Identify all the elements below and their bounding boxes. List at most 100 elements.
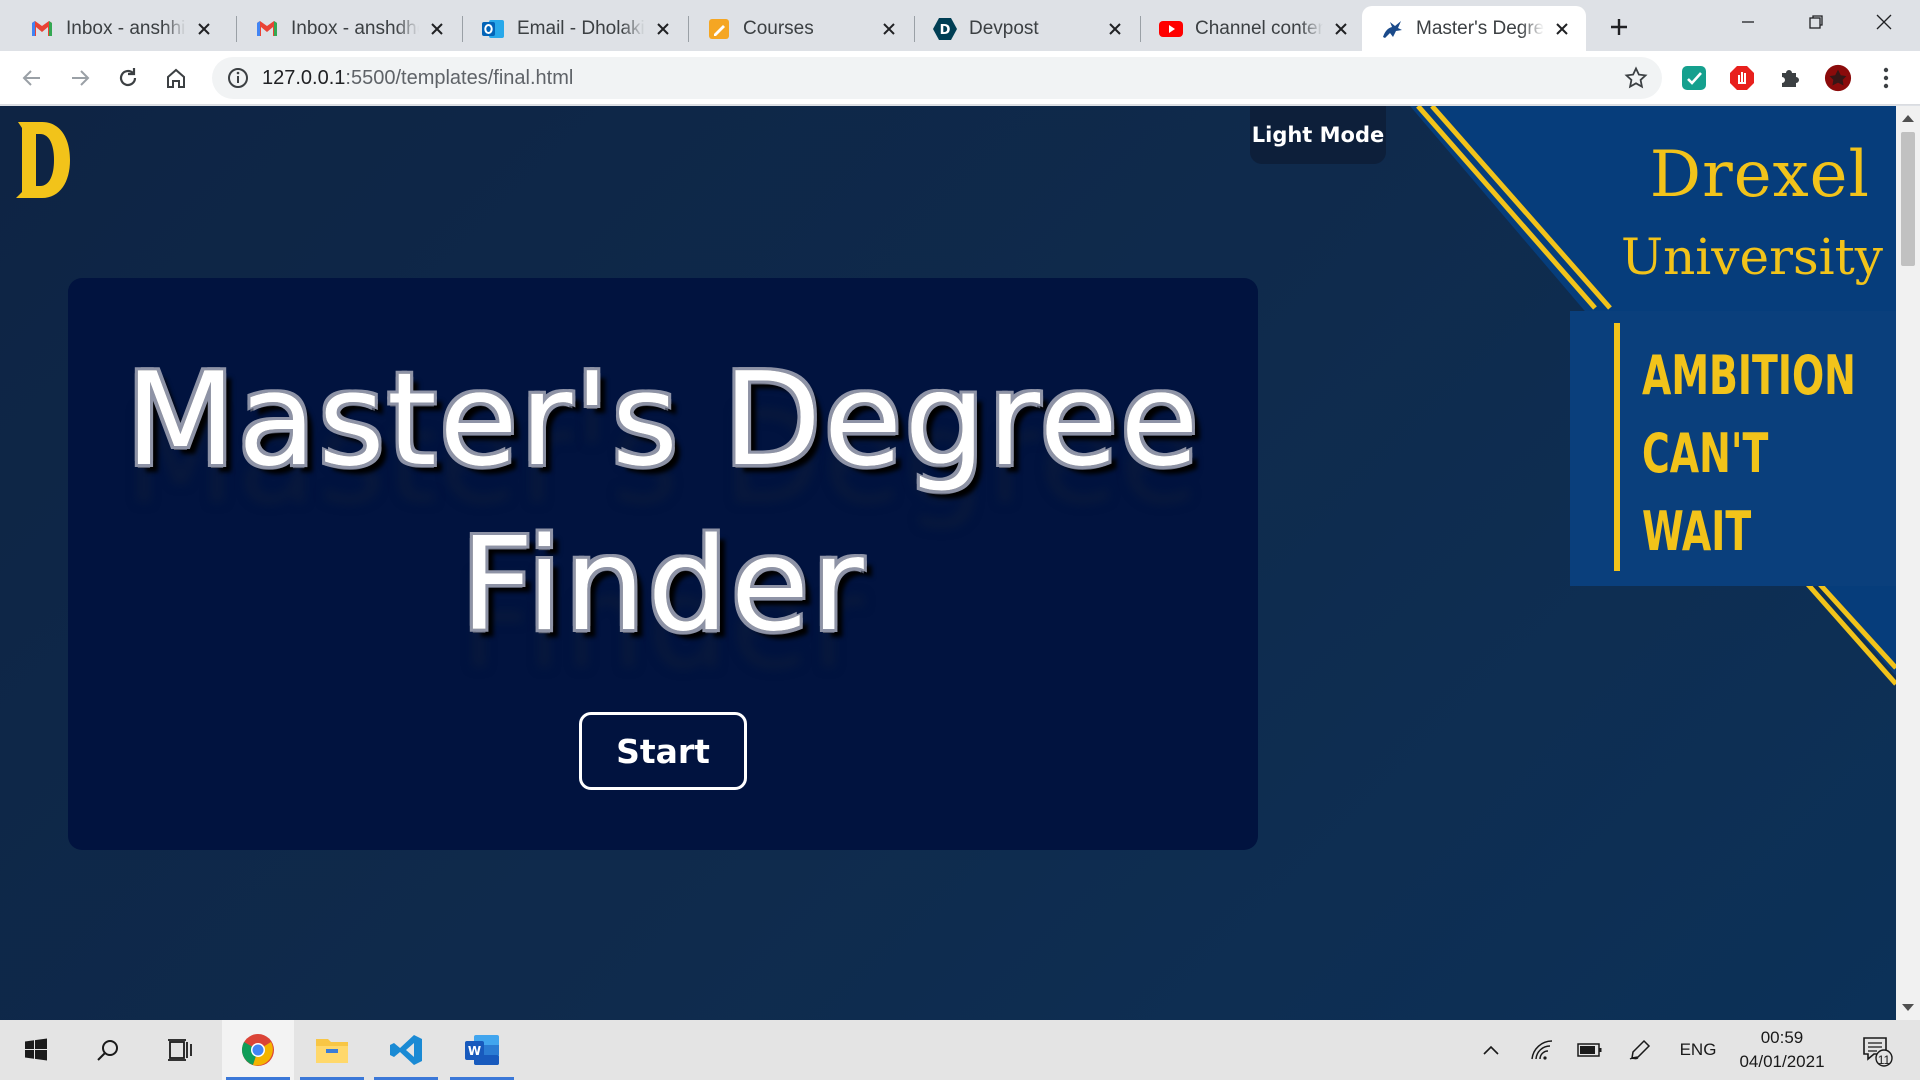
slogan-line-2: CAN'T: [1642, 422, 1769, 485]
minimize-icon: [1742, 21, 1754, 23]
title-line-2: Finder: [460, 511, 866, 660]
notification-count-badge: 11: [1877, 1053, 1891, 1067]
tab-title: Inbox - anshdhol: [291, 17, 419, 39]
drexel-d-logo[interactable]: D: [14, 120, 72, 200]
url-path: :5500/templates/final.html: [345, 67, 574, 89]
page-scrollbar[interactable]: [1896, 106, 1920, 1020]
taskbar-chrome[interactable]: [222, 1020, 294, 1080]
tab-close-icon[interactable]: [425, 17, 449, 41]
slogan-box: AMBITION CAN'T WAIT: [1570, 311, 1896, 586]
home-icon: [167, 68, 185, 88]
network-status[interactable]: [1524, 1020, 1560, 1080]
devpost-icon: D: [933, 17, 957, 41]
start-button[interactable]: Start: [579, 712, 747, 790]
back-button[interactable]: [14, 60, 50, 96]
tab-title: Channel content: [1195, 17, 1323, 39]
tab-close-icon[interactable]: [192, 17, 216, 41]
courses-icon: [707, 17, 731, 41]
tab-outlook[interactable]: Email - Dholakia: [463, 6, 687, 51]
url-text[interactable]: 127.0.0.1:5500/templates/final.html: [262, 67, 573, 90]
page-title: Master's Degree Finder: [68, 338, 1258, 668]
tab-title: Master's Degree: [1416, 17, 1544, 39]
home-button[interactable]: [158, 60, 194, 96]
tab-youtube[interactable]: Channel content: [1141, 6, 1365, 51]
browser-toolbar: 127.0.0.1:5500/templates/final.html: [0, 51, 1920, 105]
title-line-1: Master's Degree: [125, 346, 1201, 495]
gmail-icon: [255, 17, 279, 41]
slogan-accent-bar: [1614, 323, 1620, 571]
outlook-icon: [481, 17, 505, 41]
task-view-button[interactable]: [144, 1020, 216, 1080]
battery-status[interactable]: [1572, 1020, 1608, 1080]
restore-button[interactable]: [1786, 0, 1846, 44]
grammarly-extension-icon[interactable]: [1680, 64, 1708, 92]
start-menu-button[interactable]: [0, 1020, 72, 1080]
plus-icon: [1611, 19, 1627, 35]
show-hidden-icons-button[interactable]: [1476, 1020, 1506, 1080]
brand-name: Drexel: [1649, 138, 1870, 212]
tab-close-icon[interactable]: [1103, 17, 1127, 41]
youtube-icon: [1159, 17, 1183, 41]
profile-avatar[interactable]: [1824, 64, 1852, 92]
info-icon[interactable]: [226, 66, 250, 90]
browser-tab-strip: Inbox - anshhiro Inbox - anshdhol Email …: [0, 0, 1920, 51]
tab-close-icon[interactable]: [1329, 17, 1353, 41]
slogan-line-1: AMBITION: [1642, 344, 1856, 407]
url-host: 127.0.0.1: [262, 67, 346, 89]
svg-text:D: D: [940, 23, 951, 38]
close-window-button[interactable]: [1854, 0, 1914, 44]
clock-time: 00:59: [1760, 1028, 1804, 1047]
gmail-icon: [30, 17, 54, 41]
task-view-icon: [168, 1039, 192, 1061]
scroll-down-icon[interactable]: [1902, 1004, 1914, 1011]
clock-date: 04/01/2021: [1739, 1052, 1825, 1071]
more-vertical-icon: [1883, 67, 1889, 89]
address-bar[interactable]: 127.0.0.1:5500/templates/final.html: [212, 57, 1662, 99]
pen-icon: [1629, 1039, 1651, 1060]
reload-icon: [119, 68, 137, 87]
wifi-icon: [1531, 1040, 1553, 1060]
battery-icon: [1577, 1043, 1602, 1057]
extensions-puzzle-icon[interactable]: [1776, 64, 1804, 92]
tab-masters-degree[interactable]: Master's Degree: [1362, 6, 1586, 51]
word-icon: W: [465, 1035, 499, 1065]
close-icon: [1876, 14, 1892, 30]
slogan-text: AMBITION CAN'T WAIT: [1642, 337, 1856, 571]
tab-close-icon[interactable]: [651, 17, 675, 41]
hero-card: Master's Degree Finder Start: [68, 278, 1258, 850]
forward-button[interactable]: [62, 60, 98, 96]
bookmark-star-icon[interactable]: [1624, 66, 1648, 90]
adblock-extension-icon[interactable]: [1728, 64, 1756, 92]
action-center-button[interactable]: 11: [1852, 1020, 1902, 1080]
vscode-icon: [390, 1035, 422, 1065]
taskbar-word[interactable]: W: [446, 1020, 518, 1080]
arrow-right-icon: [72, 70, 90, 86]
slogan-line-3: WAIT: [1642, 500, 1752, 563]
tab-title: Inbox - anshhiro: [66, 17, 186, 39]
tab-close-icon[interactable]: [1550, 17, 1574, 41]
minimize-button[interactable]: [1718, 0, 1778, 44]
chevron-up-icon: [1483, 1045, 1499, 1055]
tab-gmail-2[interactable]: Inbox - anshdhol: [237, 6, 461, 51]
restore-icon: [1809, 15, 1823, 29]
windows-taskbar: W ENG 00:59 04/01/2021 11: [0, 1020, 1920, 1080]
scrollbar-thumb[interactable]: [1901, 132, 1915, 266]
input-language[interactable]: ENG: [1670, 1020, 1726, 1080]
tab-devpost[interactable]: D Devpost: [915, 6, 1139, 51]
brand-subtitle: University: [1620, 228, 1883, 286]
tab-courses[interactable]: Courses: [689, 6, 913, 51]
scroll-up-icon[interactable]: [1902, 115, 1914, 122]
arrow-left-icon: [22, 70, 40, 86]
taskbar-file-explorer[interactable]: [296, 1020, 368, 1080]
pen-workspace-button[interactable]: [1622, 1020, 1658, 1080]
tab-close-icon[interactable]: [877, 17, 901, 41]
windows-logo-icon: [25, 1038, 47, 1061]
light-mode-toggle-button[interactable]: Light Mode: [1250, 106, 1386, 164]
new-tab-button[interactable]: [1604, 12, 1634, 42]
search-button[interactable]: [72, 1020, 144, 1080]
browser-menu-button[interactable]: [1872, 64, 1900, 92]
taskbar-vscode[interactable]: [370, 1020, 442, 1080]
tab-gmail-1[interactable]: Inbox - anshhiro: [12, 6, 228, 51]
taskbar-clock[interactable]: 00:59 04/01/2021: [1732, 1026, 1832, 1074]
reload-button[interactable]: [110, 60, 146, 96]
